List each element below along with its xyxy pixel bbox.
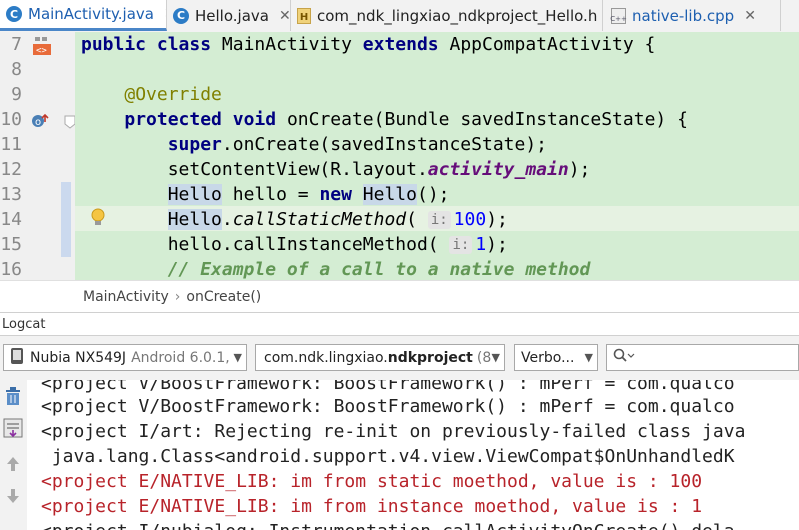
logcat-panel-title: Logcat — [0, 312, 799, 336]
log-line-error: <project E/NATIVE_LIB: im from static mo… — [41, 471, 703, 492]
code-line-7: public class MainActivity extends AppCom… — [81, 34, 656, 55]
chevron-down-icon: ▼ — [584, 351, 593, 364]
arrow-down-icon[interactable] — [5, 487, 21, 509]
chevron-down-icon: ▼ — [233, 351, 242, 364]
code-line-9: @Override — [124, 84, 222, 105]
breadcrumb: MainActivity › onCreate() — [0, 280, 799, 313]
log-line: <project I/art: Rejecting re-init on pre… — [41, 421, 746, 442]
log-line-error: <project E/NATIVE_LIB: im from instance … — [41, 496, 703, 517]
line-number: 13 — [0, 184, 22, 205]
code-line-14: Hello.callStaticMethod( i: 100); — [167, 209, 508, 230]
tab-mainactivity-java[interactable]: C MainActivity.java ✕ — [0, 0, 167, 31]
chevron-down-icon: ▼ — [491, 351, 500, 364]
log-level-dropdown[interactable]: Verbo... ▼ — [514, 344, 598, 371]
device-dropdown[interactable]: Nubia NX549J Android 6.0.1, ▼ — [3, 344, 247, 371]
logcat-side-toolbar — [0, 380, 28, 530]
line-number: 15 — [0, 234, 22, 255]
line-number: 7 — [11, 34, 22, 55]
layout-file-icon[interactable]: <> — [32, 36, 52, 56]
cpp-file-icon: C++ — [610, 7, 627, 24]
code-line-16: // Example of a call to a native method — [167, 259, 591, 280]
log-level-value: Verbo... — [521, 349, 575, 366]
arrow-up-icon[interactable] — [5, 455, 21, 477]
code-line-11: super.onCreate(savedInstanceState); — [167, 134, 547, 155]
search-icon — [613, 348, 635, 368]
logcat-output[interactable]: <project V/BoostFramework: BoostFramewor… — [27, 380, 799, 530]
trash-icon[interactable] — [4, 386, 22, 410]
log-line: <project I/nubialog: Instrumentation.cal… — [41, 519, 735, 530]
close-icon[interactable]: ✕ — [744, 8, 756, 24]
svg-text:<>: <> — [36, 46, 47, 56]
line-number: 14 — [0, 209, 22, 230]
process-dropdown[interactable]: com.ndk.lingxiao. ndkproject (8 ▼ — [255, 344, 505, 371]
line-number: 10 — [0, 109, 22, 130]
line-number: 11 — [0, 134, 22, 155]
breadcrumb-separator: › — [174, 289, 181, 305]
code-line-15: hello.callInstanceMethod( i: 1); — [167, 234, 508, 255]
logcat-title-label: Logcat — [2, 316, 46, 332]
code-editor[interactable]: 7 8 9 10 11 12 13 14 15 16 <> o public c… — [0, 32, 799, 280]
device-name: Nubia NX549J — [30, 349, 127, 366]
device-detail: Android 6.0.1, — [131, 349, 230, 366]
line-number: 9 — [11, 84, 22, 105]
code-line-10: protected void onCreate(Bundle savedInst… — [124, 109, 688, 130]
breadcrumb-item-method[interactable]: onCreate() — [186, 289, 261, 305]
logcat-toolbar: Nubia NX549J Android 6.0.1, ▼ com.ndk.li… — [0, 336, 799, 381]
tab-label: MainActivity.java — [28, 5, 154, 23]
scroll-to-end-icon[interactable] — [3, 418, 23, 442]
process-name-bold: ndkproject — [387, 349, 473, 366]
process-detail: (8 — [476, 349, 492, 366]
tab-label: com_ndk_lingxiao_ndkproject_Hello.h — [317, 6, 598, 25]
code-line-13: Hello hello = new Hello(); — [167, 184, 450, 205]
line-number: 16 — [0, 259, 22, 280]
tab-hello-h[interactable]: H com_ndk_lingxiao_ndkproject_Hello.h ✕ — [291, 0, 603, 31]
svg-text:o: o — [35, 117, 41, 128]
line-number: 12 — [0, 159, 22, 180]
tab-hello-java[interactable]: C Hello.java ✕ — [167, 0, 291, 31]
editor-tab-bar: C MainActivity.java ✕ C Hello.java ✕ H c… — [0, 0, 799, 33]
editor-gutter: 7 8 9 10 11 12 13 14 15 16 <> o — [0, 32, 76, 280]
tab-label: Hello.java — [195, 6, 269, 25]
close-icon[interactable]: ✕ — [279, 8, 290, 24]
tab-native-lib-cpp[interactable]: C++ native-lib.cpp ✕ — [603, 0, 781, 31]
process-name: com.ndk.lingxiao. — [264, 349, 388, 366]
search-input[interactable] — [635, 348, 789, 367]
class-icon: C — [173, 7, 189, 24]
parameter-hint: i: — [427, 211, 451, 229]
logcat-search-field[interactable] — [606, 344, 799, 371]
log-line: <project V/BoostFramework: BoostFramewor… — [41, 396, 735, 417]
log-line: java.lang.Class<android.support.v4.view.… — [41, 446, 735, 467]
lightbulb-icon[interactable] — [90, 208, 106, 228]
breadcrumb-item-class[interactable]: MainActivity — [83, 289, 169, 305]
line-number: 8 — [11, 59, 22, 80]
header-file-icon: H — [297, 7, 311, 24]
code-area[interactable]: public class MainActivity extends AppCom… — [75, 32, 799, 280]
parameter-hint: i: — [449, 236, 473, 254]
class-icon: C — [6, 6, 22, 22]
tab-label: native-lib.cpp — [632, 6, 735, 25]
change-marker — [61, 182, 71, 257]
code-line-12: setContentView(R.layout.activity_main); — [167, 159, 591, 180]
phone-icon — [10, 347, 24, 369]
override-marker-icon[interactable]: o — [30, 112, 50, 130]
